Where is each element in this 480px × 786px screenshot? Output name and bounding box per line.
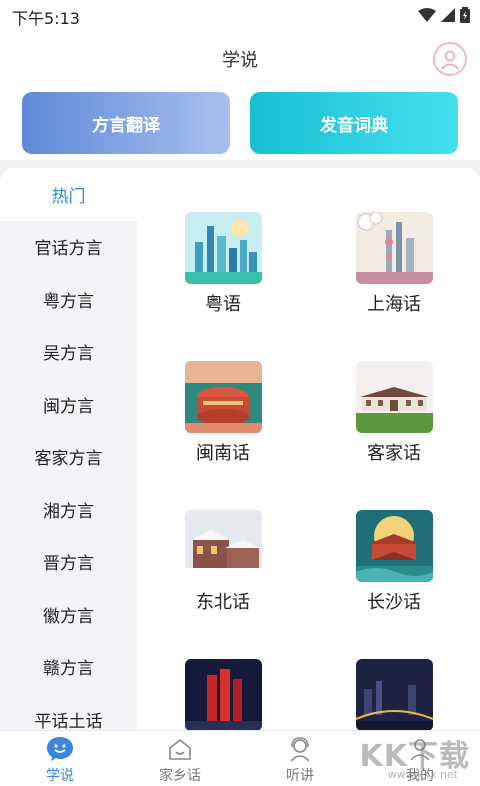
- sidebar-item-jin[interactable]: 晋方言: [0, 536, 137, 589]
- dialect-card-night-bridge[interactable]: [334, 659, 454, 730]
- dialect-label: 客家话: [367, 443, 421, 464]
- dialect-browser: 热门 官话方言 粤方言 吴方言 闽方言 客家方言 湘方言 晋方言 徽方言 赣方言…: [0, 168, 480, 730]
- sidebar-item-pinghua[interactable]: 平话土话: [0, 693, 137, 730]
- dialect-translate-button[interactable]: 方言翻译: [22, 92, 230, 154]
- sidebar-item-wu[interactable]: 吴方言: [0, 326, 137, 379]
- dialect-label: 粤语: [205, 294, 241, 315]
- avatar[interactable]: [433, 42, 467, 76]
- sidebar-item-label: 热门: [51, 186, 86, 207]
- dialect-card-night-building[interactable]: [163, 659, 283, 730]
- snow-town-thumbnail: [184, 510, 262, 582]
- nav-label: 家乡话: [159, 768, 201, 784]
- sidebar-item-label: 吴方言: [43, 344, 94, 365]
- dialect-card-changsha[interactable]: 长沙话: [334, 510, 454, 620]
- sidebar-item-hakka[interactable]: 客家方言: [0, 431, 137, 484]
- dialect-category-sidebar: 热门 官话方言 粤方言 吴方言 闽方言 客家方言 湘方言 晋方言 徽方言 赣方言…: [0, 168, 137, 730]
- page-title: 学说: [222, 50, 258, 71]
- dialect-card-cantonese[interactable]: 粤语: [163, 212, 283, 322]
- headset-person-icon: [290, 737, 310, 762]
- dialect-label: 东北话: [196, 592, 250, 613]
- battery-icon: [460, 7, 470, 23]
- shanghai-tower-thumbnail: [355, 212, 433, 284]
- dialect-card-shanghai[interactable]: 上海话: [334, 212, 454, 322]
- home-icon: [169, 738, 191, 760]
- dialect-card-hakka[interactable]: 客家话: [334, 361, 454, 471]
- sidebar-item-label: 徽方言: [43, 606, 94, 627]
- status-icons: [418, 7, 470, 23]
- sidebar-item-hui[interactable]: 徽方言: [0, 588, 137, 641]
- feature-area: 方言翻译 发音词典: [0, 90, 480, 160]
- sidebar-item-mandarin[interactable]: 官话方言: [0, 221, 137, 274]
- app-header: 学说: [0, 30, 480, 90]
- tulou-illustration-thumbnail: [184, 361, 262, 433]
- night-building-thumbnail: [184, 659, 262, 730]
- hakka-building-thumbnail: [355, 361, 433, 433]
- sidebar-item-gan[interactable]: 赣方言: [0, 641, 137, 694]
- status-time: 下午5:13: [12, 9, 80, 28]
- dialect-label: 长沙话: [367, 592, 421, 613]
- city-skyline-thumbnail: [184, 212, 262, 284]
- pronunciation-dictionary-button[interactable]: 发音词典: [250, 92, 458, 154]
- dialect-grid: 粤语 上海话 闽南话 客家话 东北话 长沙话: [137, 168, 480, 730]
- night-bridge-thumbnail: [355, 659, 433, 730]
- nav-label: 听讲: [286, 768, 314, 784]
- sidebar-item-label: 客家方言: [34, 449, 103, 470]
- sidebar-item-label: 平话土话: [34, 711, 103, 730]
- sidebar-item-min[interactable]: 闽方言: [0, 378, 137, 431]
- nav-label: 学说: [46, 768, 74, 784]
- dialect-label: 闽南话: [196, 443, 250, 464]
- nav-tab-learn[interactable]: 学说: [0, 735, 120, 785]
- sidebar-item-hot[interactable]: 热门: [0, 168, 137, 221]
- wifi-icon: [418, 8, 436, 22]
- sidebar-item-label: 晋方言: [43, 554, 94, 575]
- sidebar-item-label: 粤方言: [43, 291, 94, 312]
- sidebar-item-label: 闽方言: [43, 396, 94, 417]
- smiley-chat-icon: [47, 737, 73, 761]
- dialect-card-dongbei[interactable]: 东北话: [163, 510, 283, 620]
- sidebar-item-yue[interactable]: 粤方言: [0, 273, 137, 326]
- watermark-url: www.kkx.net: [387, 768, 458, 781]
- moon-pavilion-thumbnail: [355, 510, 433, 582]
- dialect-label: 上海话: [367, 294, 421, 315]
- signal-icon: [441, 8, 455, 22]
- status-bar: 下午5:13: [0, 0, 480, 30]
- nav-tab-hometown[interactable]: 家乡话: [120, 735, 240, 785]
- sidebar-item-label: 湘方言: [43, 501, 94, 522]
- user-avatar-icon: [440, 50, 460, 70]
- nav-tab-listen[interactable]: 听讲: [240, 735, 360, 785]
- sidebar-item-label: 官话方言: [34, 239, 103, 260]
- sidebar-item-xiang[interactable]: 湘方言: [0, 483, 137, 536]
- dialect-card-minnan[interactable]: 闽南话: [163, 361, 283, 471]
- sidebar-item-label: 赣方言: [43, 659, 94, 680]
